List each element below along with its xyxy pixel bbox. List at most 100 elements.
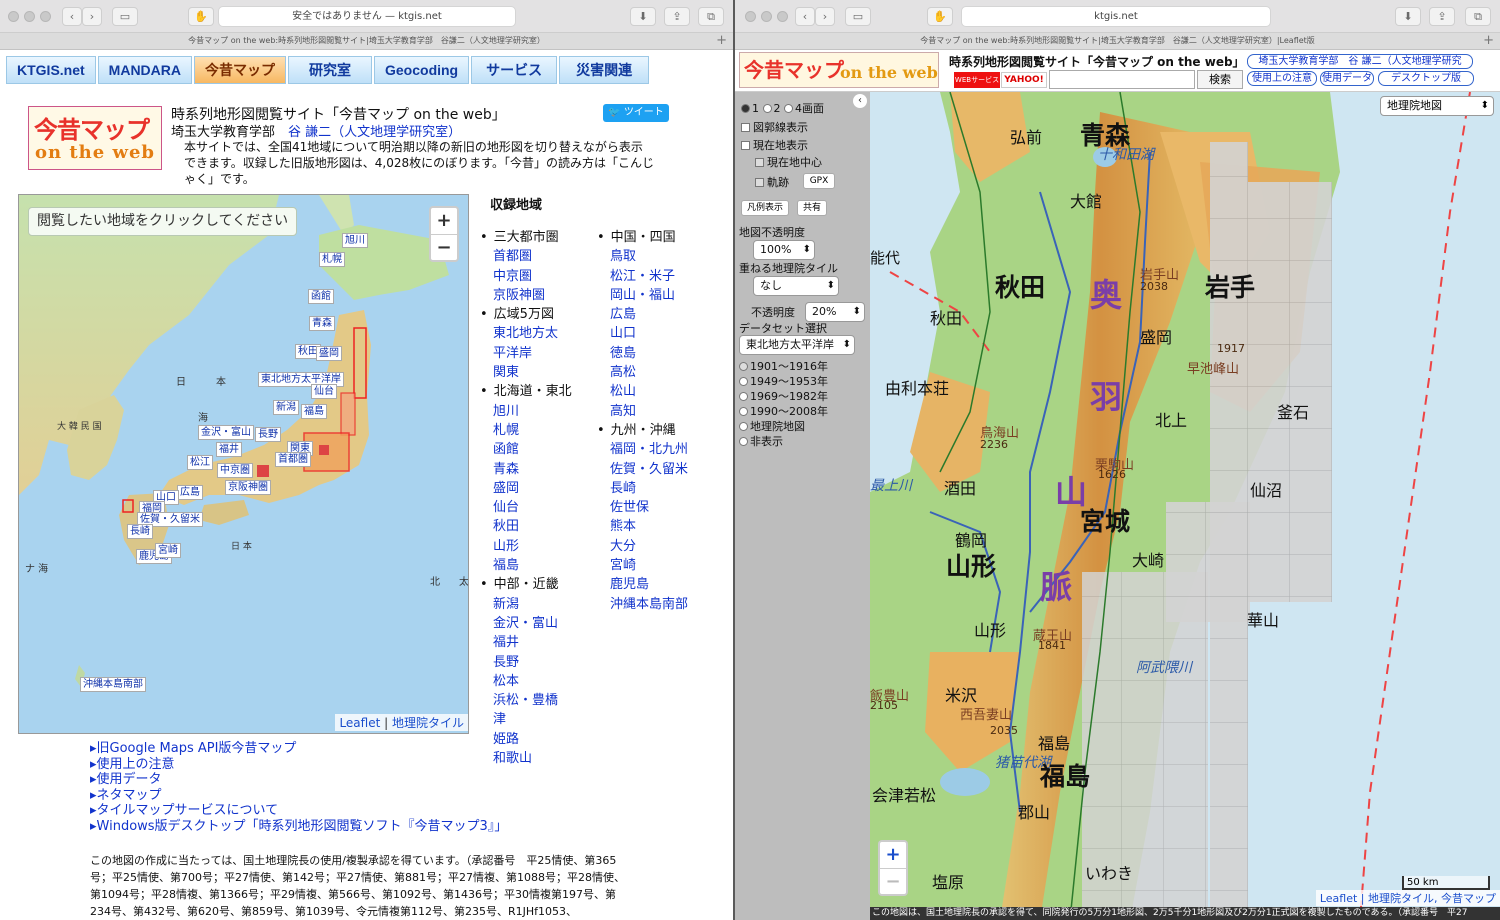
region-link[interactable]: 京阪神圏 (480, 286, 572, 305)
period-radio[interactable] (739, 392, 748, 401)
univ-link[interactable]: 埼玉大学教育学部 谷 謙二（人文地理学研究 (1247, 54, 1473, 69)
region-link[interactable]: 佐賀・久留米 (597, 460, 688, 479)
desktop-link[interactable]: デスクトップ版 (1378, 71, 1474, 86)
back-button[interactable]: ‹ (795, 7, 815, 26)
region-link[interactable]: 山口 (597, 324, 688, 343)
author-link[interactable]: 谷 謙二（人文地理学研究室） (288, 125, 461, 140)
web-service-badge[interactable]: WEBサービス (954, 72, 1000, 88)
period-option[interactable]: 地理院地図 (739, 418, 805, 434)
map-label-hiroshima[interactable]: 広島 (177, 485, 203, 500)
tohoku-map[interactable]: 地理院地図 弘前青森十和田湖大館能代秋田奥岩手岩手山2038盛岡秋田1917早池… (870, 92, 1500, 920)
tab-title[interactable]: 今昔マップ on the web:時系列地形図閲覧サイト|埼玉大学教育学部 谷謙… (188, 36, 545, 45)
zoom-dot[interactable] (40, 11, 51, 22)
location-checkbox[interactable] (741, 141, 750, 150)
map-label-kanazawa[interactable]: 金沢・富山 (198, 425, 254, 440)
region-link[interactable]: 鳥取 (597, 247, 688, 266)
region-link[interactable]: 函館 (480, 440, 572, 459)
region-link[interactable]: 青森 (480, 460, 572, 479)
period-option[interactable]: 1949〜1953年 (739, 373, 828, 389)
notes-link[interactable]: 使用上の注意 (1247, 71, 1317, 86)
tabs-icon[interactable]: ⧉ (698, 7, 724, 26)
region-link[interactable]: 札幌 (480, 421, 572, 440)
back-button[interactable]: ‹ (62, 7, 82, 26)
region-link[interactable]: 福井 (480, 633, 572, 652)
map-label-sendai[interactable]: 仙台 (311, 384, 337, 399)
tab-bar[interactable]: 今昔マップ on the web:時系列地形図閲覧サイト|埼玉大学教育学部 谷謙… (0, 33, 733, 50)
legend-button[interactable]: 凡例表示 (741, 200, 789, 216)
data-link[interactable]: 使用データ (1320, 71, 1374, 86)
map-label-miyazaki[interactable]: 宮崎 (155, 543, 181, 558)
footer-link[interactable]: タイルマップサービスについて (90, 803, 507, 819)
region-link[interactable]: 徳島 (597, 344, 688, 363)
region-link[interactable]: 旭川 (480, 402, 572, 421)
gsi-tile-link[interactable]: 地理院タイル (392, 716, 464, 730)
place-search-input[interactable] (1049, 70, 1195, 89)
search-button[interactable]: 検索 (1197, 70, 1243, 89)
close-dot[interactable] (8, 11, 19, 22)
region-link[interactable]: 浜松・豊橋 (480, 691, 572, 710)
footer-link[interactable]: 使用データ (90, 772, 507, 788)
new-tab-icon[interactable]: + (1483, 33, 1494, 49)
region-link[interactable]: 平洋岸 (480, 344, 572, 363)
nav-geocoding[interactable]: Geocoding (374, 56, 470, 84)
grid-checkbox[interactable] (741, 123, 750, 132)
japan-index-map[interactable]: 閲覧したい地域をクリックしてください + − 旭川 札幌 函館 青森 秋田 盛岡… (18, 194, 469, 734)
tab-title[interactable]: 今昔マップ on the web:時系列地形図閲覧サイト|埼玉大学教育学部 谷謙… (920, 36, 1315, 45)
region-link[interactable]: 宮崎 (597, 556, 688, 575)
zoom-out-button[interactable]: − (431, 234, 457, 260)
region-link[interactable]: 広島 (597, 305, 688, 324)
footer-link[interactable]: Windows版デスクトップ「時系列地形図閲覧ソフト『今昔マップ3』」 (90, 819, 508, 835)
new-tab-icon[interactable]: + (716, 33, 727, 49)
tab-bar[interactable]: 今昔マップ on the web:時系列地形図閲覧サイト|埼玉大学教育学部 谷謙… (735, 33, 1500, 50)
forward-button[interactable]: › (815, 7, 835, 26)
map-label-matsue[interactable]: 松江 (187, 455, 213, 470)
track-checkbox[interactable] (755, 178, 764, 187)
konjaku-logo[interactable]: 今昔マップ on the web (28, 106, 162, 170)
zoom-in-button[interactable]: + (880, 842, 906, 868)
overlay-opacity-select[interactable]: 20% (805, 302, 865, 322)
map-label-fukui[interactable]: 福井 (216, 442, 242, 457)
share-button[interactable]: 共有 (797, 200, 827, 216)
region-link[interactable]: 高知 (597, 402, 688, 421)
map-label-morioka[interactable]: 盛岡 (316, 346, 342, 361)
region-link[interactable]: 松本 (480, 672, 572, 691)
yahoo-badge[interactable]: YAHOO! (1001, 72, 1047, 88)
nav-lab[interactable]: 研究室 (288, 56, 372, 84)
zoom-out-button[interactable]: − (880, 868, 906, 894)
privacy-icon[interactable]: ✋ (188, 7, 214, 26)
opacity-select[interactable]: 100% (753, 240, 815, 260)
nav-disaster[interactable]: 災害関連 (559, 56, 650, 84)
konjaku-logo[interactable]: 今昔マップ on the web (739, 52, 939, 88)
map-label-fukushima[interactable]: 福島 (301, 404, 327, 419)
privacy-icon[interactable]: ✋ (927, 7, 953, 26)
screen-1-radio[interactable] (741, 104, 750, 113)
region-link[interactable]: 盛岡 (480, 479, 572, 498)
sidebar-icon[interactable]: ▭ (112, 7, 138, 26)
region-link[interactable]: 鹿児島 (597, 575, 688, 594)
period-option[interactable]: 1990〜2008年 (739, 403, 828, 419)
map-label-chukyo[interactable]: 中京圏 (217, 463, 253, 478)
nav-konjaku[interactable]: 今昔マップ (194, 56, 286, 84)
base-layer-select[interactable]: 地理院地図 (1380, 96, 1494, 116)
map-label-hakodate[interactable]: 函館 (308, 289, 334, 304)
map-label-keihanshin[interactable]: 京阪神圏 (225, 480, 271, 495)
screen-4-radio[interactable] (784, 104, 793, 113)
map-label-okinawa[interactable]: 沖縄本島南部 (80, 677, 146, 692)
period-option[interactable]: 1901〜1916年 (739, 358, 828, 374)
download-icon[interactable]: ⬇ (1395, 7, 1421, 26)
map-label-nagano[interactable]: 長野 (255, 427, 281, 442)
region-link[interactable]: 秋田 (480, 517, 572, 536)
region-link[interactable]: 山形 (480, 537, 572, 556)
collapse-panel-icon[interactable]: ‹ (853, 94, 867, 108)
map-label-shutoken[interactable]: 首都圏 (275, 452, 311, 467)
close-dot[interactable] (745, 11, 756, 22)
zoom-dot[interactable] (777, 11, 788, 22)
region-link[interactable]: 福岡・北九州 (597, 440, 688, 459)
map-label-sapporo[interactable]: 札幌 (319, 252, 345, 267)
region-link[interactable]: 新潟 (480, 595, 572, 614)
address-bar[interactable]: ktgis.net (961, 6, 1271, 27)
nav-service[interactable]: サービス (471, 56, 558, 84)
tweet-button[interactable]: 🐦 ツイート (603, 104, 669, 122)
region-link[interactable]: 関東 (480, 363, 572, 382)
gpx-button[interactable]: GPX (803, 173, 835, 189)
